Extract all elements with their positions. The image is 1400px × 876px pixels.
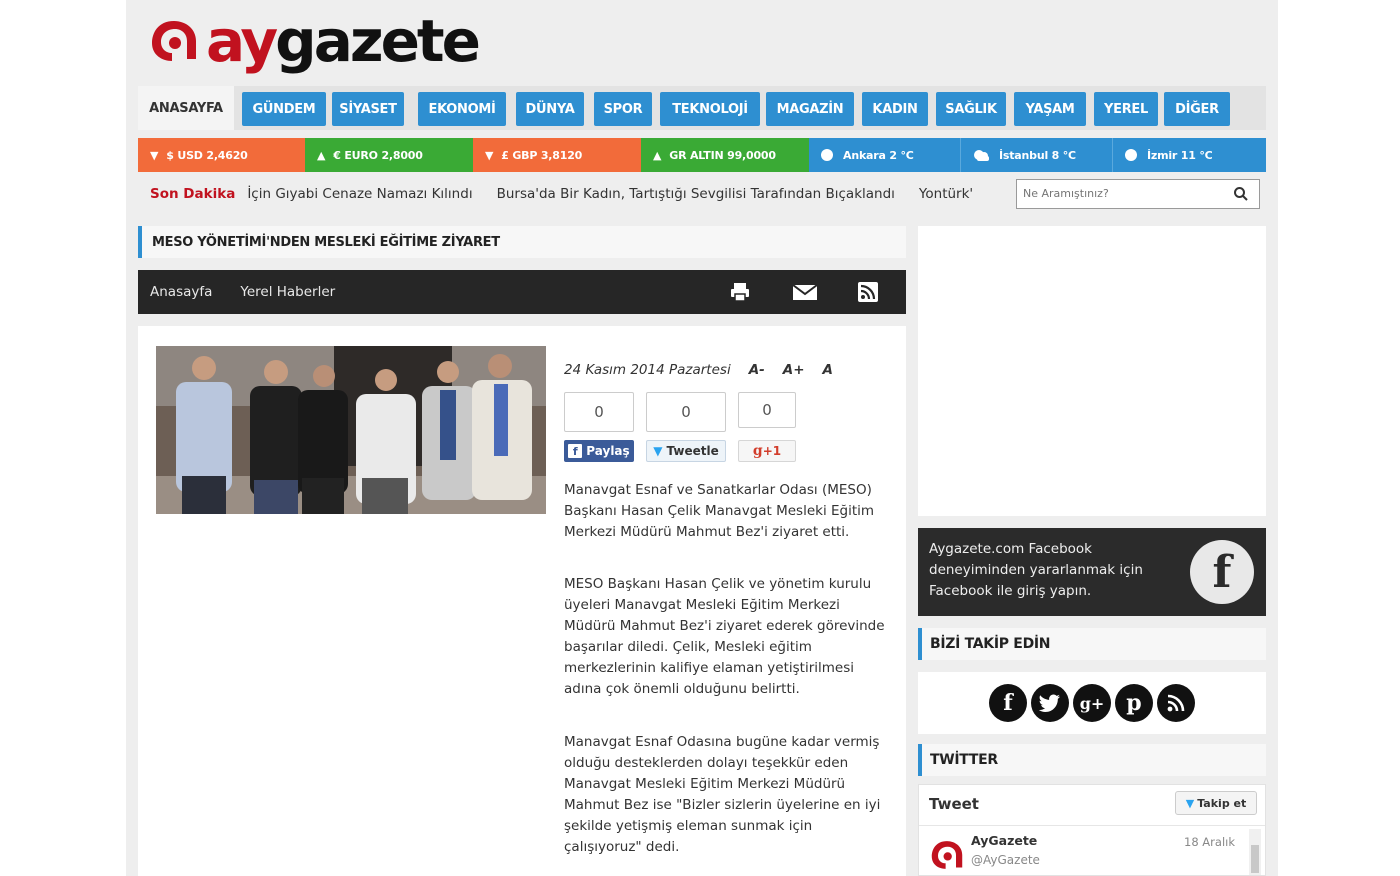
print-icon[interactable] bbox=[728, 280, 752, 304]
twitter-share-count: 0 bbox=[646, 392, 726, 432]
nav-item-teknoloji[interactable]: TEKNOLOJİ bbox=[660, 92, 760, 126]
ticker-weather-istanbul: İstanbul 8 °C bbox=[961, 138, 1113, 172]
site-logo[interactable]: aygazete bbox=[148, 4, 481, 78]
facebook-icon[interactable]: f bbox=[1190, 540, 1254, 604]
search-input[interactable] bbox=[1023, 180, 1233, 206]
sun-icon bbox=[1125, 149, 1137, 161]
arrow-up-icon: ▲ bbox=[653, 148, 662, 162]
rss-icon[interactable] bbox=[1157, 684, 1195, 722]
gplus-icon: g bbox=[752, 443, 763, 459]
googleplus-icon[interactable]: g+ bbox=[1073, 684, 1111, 722]
twitter-widget: Tweet ▼ Takip et AyGazete @AyGazete 18 A… bbox=[918, 784, 1266, 876]
breaking-news-item[interactable]: Yontürk' bbox=[919, 186, 973, 202]
article-paragraph: Manavgat Esnaf Odasına bugüne kadar verm… bbox=[564, 734, 881, 855]
market-weather-ticker: ▼ $ USD 2,4620 ▲ € EURO 2,8000 ▼ £ GBP 3,81… bbox=[138, 138, 1266, 172]
twitter-icon[interactable] bbox=[1031, 684, 1069, 722]
tweet-date[interactable]: 18 Aralık bbox=[1184, 835, 1235, 849]
pinterest-icon[interactable]: p bbox=[1115, 684, 1153, 722]
tweet-label: Tweet bbox=[929, 795, 979, 813]
article-title: MESO YÖNETİMİ'NDEN MESLEKİ EĞİTİME ZİYAR… bbox=[138, 226, 906, 258]
cloud-icon bbox=[973, 148, 991, 162]
facebook-share-count: 0 bbox=[564, 392, 634, 432]
scrollbar-thumb[interactable] bbox=[1251, 845, 1259, 873]
twitter-bird-icon: ▼ bbox=[653, 444, 663, 458]
nav-item-diger[interactable]: DİĞER bbox=[1164, 92, 1230, 126]
ticker-weather-izmir: İzmir 11 °C bbox=[1113, 138, 1266, 172]
facebook-login-box[interactable]: Aygazete.com Facebook deneyiminden yarar… bbox=[918, 528, 1266, 616]
article-date: 24 Kasım 2014 Pazartesi bbox=[564, 362, 731, 378]
divider bbox=[919, 825, 1265, 826]
nav-item-gundem[interactable]: GÜNDEM bbox=[242, 92, 326, 126]
facebook-login-text: Aygazete.com Facebook deneyiminden yarar… bbox=[929, 541, 1143, 599]
facebook-icon: f bbox=[568, 444, 583, 458]
breaking-label: Son Dakika bbox=[150, 186, 236, 202]
nav-item-ekonomi[interactable]: EKONOMİ bbox=[418, 92, 506, 126]
social-follow-icons: f g+ p bbox=[918, 672, 1266, 734]
font-increase-button[interactable]: A+ bbox=[783, 362, 805, 378]
ticker-weather-ankara: Ankara 2 °C bbox=[809, 138, 961, 172]
nav-item-spor[interactable]: SPOR bbox=[594, 92, 652, 126]
ticker-usd: ▼ $ USD 2,4620 bbox=[138, 138, 305, 172]
font-reset-button[interactable]: A bbox=[823, 362, 833, 378]
twitter-section-title: TWİTTER bbox=[918, 744, 1266, 776]
search-icon[interactable] bbox=[1233, 186, 1249, 202]
article-paragraph: Manavgat Esnaf ve Sanatkarlar Odası (MES… bbox=[564, 482, 875, 540]
nav-item-siyaset[interactable]: SİYASET bbox=[332, 92, 404, 126]
ticker-gbp: ▼ £ GBP 3,8120 bbox=[473, 138, 641, 172]
ad-slot bbox=[918, 226, 1266, 516]
mail-icon[interactable] bbox=[792, 280, 818, 304]
nav-item-dunya[interactable]: DÜNYA bbox=[516, 92, 584, 126]
twitter-tweet-button[interactable]: ▼ Tweetle bbox=[646, 440, 726, 462]
gplus-share-count: 0 bbox=[738, 392, 796, 428]
breaking-news-bar: Son Dakika İçin Gıyabi Cenaze Namazı Kıl… bbox=[138, 176, 1266, 212]
article-photo bbox=[156, 346, 546, 514]
avatar[interactable] bbox=[929, 837, 965, 873]
ticker-gold: ▲ GR ALTIN 99,0000 bbox=[641, 138, 809, 172]
share-buttons: f Paylaş ▼ Tweetle g +1 bbox=[564, 440, 796, 462]
tweet-author-handle[interactable]: @AyGazete bbox=[971, 853, 1040, 867]
search-box bbox=[1016, 179, 1260, 209]
rss-icon[interactable] bbox=[856, 280, 880, 304]
arrow-up-icon: ▲ bbox=[317, 148, 326, 162]
facebook-share-button[interactable]: f Paylaş bbox=[564, 440, 634, 462]
breadcrumb-category[interactable]: Yerel Haberler bbox=[240, 284, 335, 300]
article-meta: 24 Kasım 2014 Pazartesi A- A+ A bbox=[564, 362, 833, 378]
nav-item-saglik[interactable]: SAĞLIK bbox=[936, 92, 1006, 126]
gplus-button[interactable]: g +1 bbox=[738, 440, 796, 462]
breaking-news-item[interactable]: İçin Gıyabi Cenaze Namazı Kılındı bbox=[247, 186, 472, 202]
facebook-icon[interactable]: f bbox=[989, 684, 1027, 722]
article-tools bbox=[716, 280, 896, 304]
twitter-bird-icon: ▼ bbox=[1185, 796, 1195, 810]
sun-icon bbox=[821, 149, 833, 161]
logo-text: aygazete bbox=[206, 7, 481, 75]
breadcrumb: Anasayfa Yerel Haberler bbox=[138, 270, 906, 314]
breaking-news-item[interactable]: Bursa'da Bir Kadın, Tartıştığı Sevgilisi… bbox=[497, 186, 895, 202]
article-body: 24 Kasım 2014 Pazartesi A- A+ A 0 0 0 f … bbox=[138, 326, 906, 876]
nav-item-home[interactable]: ANASAYFA bbox=[138, 86, 234, 130]
tweet-author-name[interactable]: AyGazete bbox=[971, 833, 1037, 848]
ticker-euro: ▲ € EURO 2,8000 bbox=[305, 138, 473, 172]
nav-item-magazin[interactable]: MAGAZİN bbox=[766, 92, 854, 126]
nav-item-yerel[interactable]: YEREL bbox=[1094, 92, 1158, 126]
arrow-down-icon: ▼ bbox=[485, 148, 494, 162]
nav-item-yasam[interactable]: YAŞAM bbox=[1014, 92, 1086, 126]
breadcrumb-home[interactable]: Anasayfa bbox=[150, 284, 212, 300]
article-paragraph: MESO Başkanı Hasan Çelik ve yönetim kuru… bbox=[564, 576, 885, 697]
scrollbar[interactable] bbox=[1249, 829, 1261, 875]
share-counts: 0 0 0 bbox=[564, 392, 796, 432]
follow-us-title: BİZİ TAKİP EDİN bbox=[918, 628, 1266, 660]
logo-mark-icon bbox=[148, 15, 200, 67]
twitter-follow-button[interactable]: ▼ Takip et bbox=[1175, 791, 1257, 815]
main-nav: ANASAYFA GÜNDEM SİYASET EKONOMİ DÜNYA SP… bbox=[138, 86, 1266, 130]
nav-item-kadin[interactable]: KADIN bbox=[862, 92, 928, 126]
font-decrease-button[interactable]: A- bbox=[749, 362, 765, 378]
arrow-down-icon: ▼ bbox=[150, 148, 159, 162]
